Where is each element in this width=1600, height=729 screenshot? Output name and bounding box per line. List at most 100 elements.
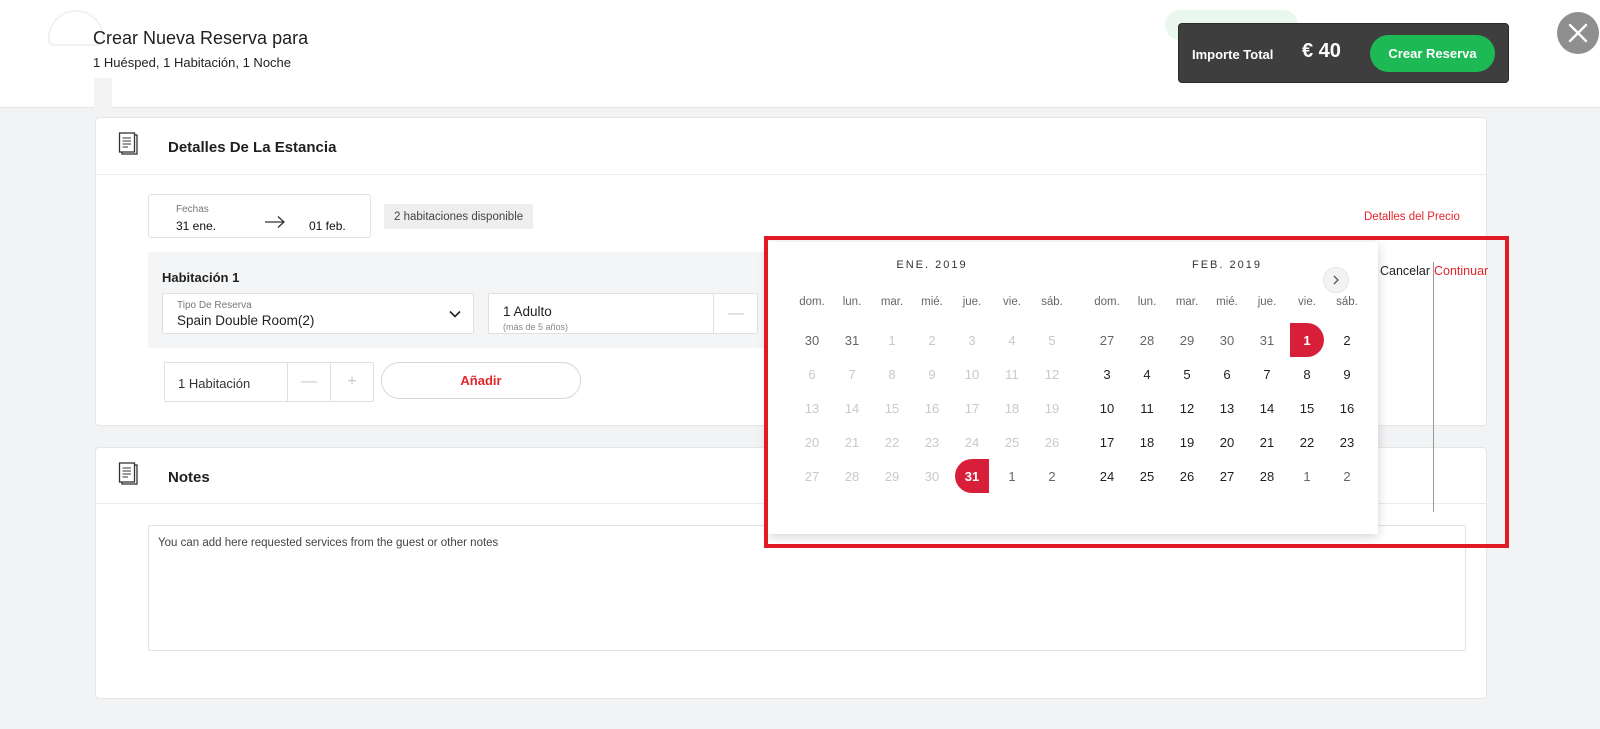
calendar-day[interactable]: 9 — [1327, 357, 1367, 391]
calendar-day[interactable]: 29 — [1167, 323, 1207, 357]
calendar-day[interactable]: 20 — [1207, 425, 1247, 459]
calendar-day[interactable]: 7 — [1247, 357, 1287, 391]
calendar-day: 21 — [844, 434, 860, 450]
weekday-label: dom. — [799, 296, 825, 308]
calendar-day: 18 — [1004, 400, 1020, 416]
stay-details-header: Detalles De La Estancia — [96, 118, 1486, 175]
calendar-day[interactable]: 15 — [1287, 391, 1327, 425]
calendar-day[interactable]: 24 — [1087, 459, 1127, 493]
calendar-day[interactable]: 23 — [1327, 425, 1367, 459]
calendar-day[interactable]: 27 — [1207, 459, 1247, 493]
calendar-day: 4 — [1008, 332, 1016, 348]
calendar-day: 7 — [848, 366, 856, 382]
rooms-increment-button[interactable]: + — [330, 363, 373, 401]
calendar-day: 9 — [928, 366, 936, 382]
calendar-week: 10 11 12 13 14 15 16 — [1087, 391, 1367, 425]
calendar-day[interactable]: 8 — [1287, 357, 1327, 391]
weekday-label: vie. — [1003, 296, 1021, 308]
calendar-day[interactable]: 28 — [1127, 323, 1167, 357]
calendar-day[interactable]: 31 — [832, 323, 872, 357]
calendar-day: 26 — [1044, 434, 1060, 450]
calendar-day[interactable]: 5 — [1167, 357, 1207, 391]
calendar-day[interactable]: 2 — [1327, 323, 1367, 357]
calendar-week: 17 18 19 20 21 22 23 — [1087, 425, 1367, 459]
calendar-day[interactable]: 2 — [1032, 459, 1072, 493]
rooms-count: 1 Habitación — [178, 376, 251, 391]
calendar-day[interactable]: 16 — [1327, 391, 1367, 425]
total-amount: € 40 — [1302, 40, 1341, 62]
notes-title: Notes — [168, 469, 210, 486]
guests-stepper: 1 Adulto (más de 5 años) — — [488, 293, 758, 334]
calendar-day[interactable]: 11 — [1127, 391, 1167, 425]
weekday-header: dom. lun. mar. mié. jue. vie. sáb. — [792, 296, 1072, 308]
calendar-day[interactable]: 1 — [992, 459, 1032, 493]
document-icon — [118, 132, 138, 155]
calendar-day[interactable]: 22 — [1287, 425, 1327, 459]
add-room-button[interactable]: Añadir — [381, 362, 581, 399]
calendar-day[interactable]: 25 — [1127, 459, 1167, 493]
calendar-day[interactable]: 6 — [1207, 357, 1247, 391]
calendar-day[interactable]: 2 — [1327, 459, 1367, 493]
calendar-day[interactable]: 28 — [1247, 459, 1287, 493]
calendar-day: 27 — [804, 468, 820, 484]
calendar-day: 19 — [1044, 400, 1060, 416]
weekday-label: vie. — [1298, 296, 1316, 308]
calendar-day[interactable]: 1 — [1287, 459, 1327, 493]
close-button[interactable] — [1557, 12, 1599, 54]
calendar-day[interactable]: 4 — [1127, 357, 1167, 391]
calendar-week: 24 25 26 27 28 1 2 — [1087, 459, 1367, 493]
calendar-day[interactable]: 27 — [1087, 323, 1127, 357]
weekday-label: sáb. — [1336, 296, 1358, 308]
calendar-day[interactable]: 30 — [1207, 323, 1247, 357]
calendar-day[interactable]: 10 — [1087, 391, 1127, 425]
guests-value: 1 Adulto — [503, 304, 552, 319]
calendar-day[interactable]: 14 — [1247, 391, 1287, 425]
calendar-day: 15 — [884, 400, 900, 416]
calendar-day: 13 — [804, 400, 820, 416]
month-title: ENE. 2019 — [896, 259, 968, 271]
weekday-label: mié. — [1216, 296, 1238, 308]
calendar-day[interactable]: 26 — [1167, 459, 1207, 493]
background-sidebar-edge — [94, 78, 112, 108]
calendar-cancel-button[interactable]: Cancelar — [1380, 264, 1430, 278]
calendar-day[interactable]: 19 — [1167, 425, 1207, 459]
calendar-day-selected[interactable]: 1 — [1290, 323, 1324, 357]
calendar-day: 29 — [884, 468, 900, 484]
calendar-day[interactable]: 30 — [792, 323, 832, 357]
calendar-day[interactable]: 21 — [1247, 425, 1287, 459]
guests-note: (más de 5 años) — [503, 322, 569, 332]
guests-decrement-button[interactable]: — — [713, 294, 758, 333]
calendar-week: 30 31 1 2 3 4 5 — [792, 323, 1072, 357]
calendar-week: 27 28 29 30 31 1 2 — [792, 459, 1072, 493]
notes-textarea[interactable] — [148, 525, 1466, 651]
calendar-day: 10 — [964, 366, 980, 382]
create-reservation-button[interactable]: Crear Reserva — [1370, 35, 1495, 72]
calendar-week: 3456789 — [1087, 357, 1367, 391]
calendar-day: 5 — [1048, 332, 1056, 348]
calendar-day[interactable]: 3 — [1087, 357, 1127, 391]
availability-badge: 2 habitaciones disponible — [384, 204, 534, 229]
dates-field[interactable]: Fechas 31 ene. 01 feb. — [148, 194, 371, 238]
calendar-day: 23 — [924, 434, 940, 450]
weekday-label: lun. — [1137, 296, 1157, 308]
calendar-week: 27 28 29 30 31 1 2 — [1087, 323, 1367, 357]
month-grid: 30 31 1 2 3 4 5 6 7 8 9 10 11 12 13 14 15 16 17 18 19 20 21 22 2… — [792, 323, 1072, 493]
next-month-button[interactable] — [1323, 267, 1349, 293]
calendar-day[interactable]: 13 — [1207, 391, 1247, 425]
calendar-day: 24 — [964, 434, 980, 450]
dates-label: Fechas — [176, 204, 209, 215]
calendar-day[interactable]: 17 — [1087, 425, 1127, 459]
calendar-day: 1 — [888, 332, 896, 348]
calendar-week: 6 7 8 9 10 11 12 — [792, 357, 1072, 391]
total-label: Importe Total — [1192, 47, 1274, 62]
reservation-type-select[interactable]: Tipo De Reserva Spain Double Room(2) — [162, 293, 474, 334]
calendar-day[interactable]: 12 — [1167, 391, 1207, 425]
weekday-label: lun. — [842, 296, 862, 308]
calendar-continue-button[interactable]: Continuar — [1434, 264, 1488, 278]
calendar-day-selected[interactable]: 31 — [955, 459, 989, 493]
calendar-day[interactable]: 18 — [1127, 425, 1167, 459]
price-details-link[interactable]: Detalles del Precio — [1364, 211, 1460, 223]
rooms-decrement-button[interactable]: — — [287, 363, 330, 401]
calendar-day[interactable]: 31 — [1247, 323, 1287, 357]
calendar-day: 6 — [808, 366, 816, 382]
